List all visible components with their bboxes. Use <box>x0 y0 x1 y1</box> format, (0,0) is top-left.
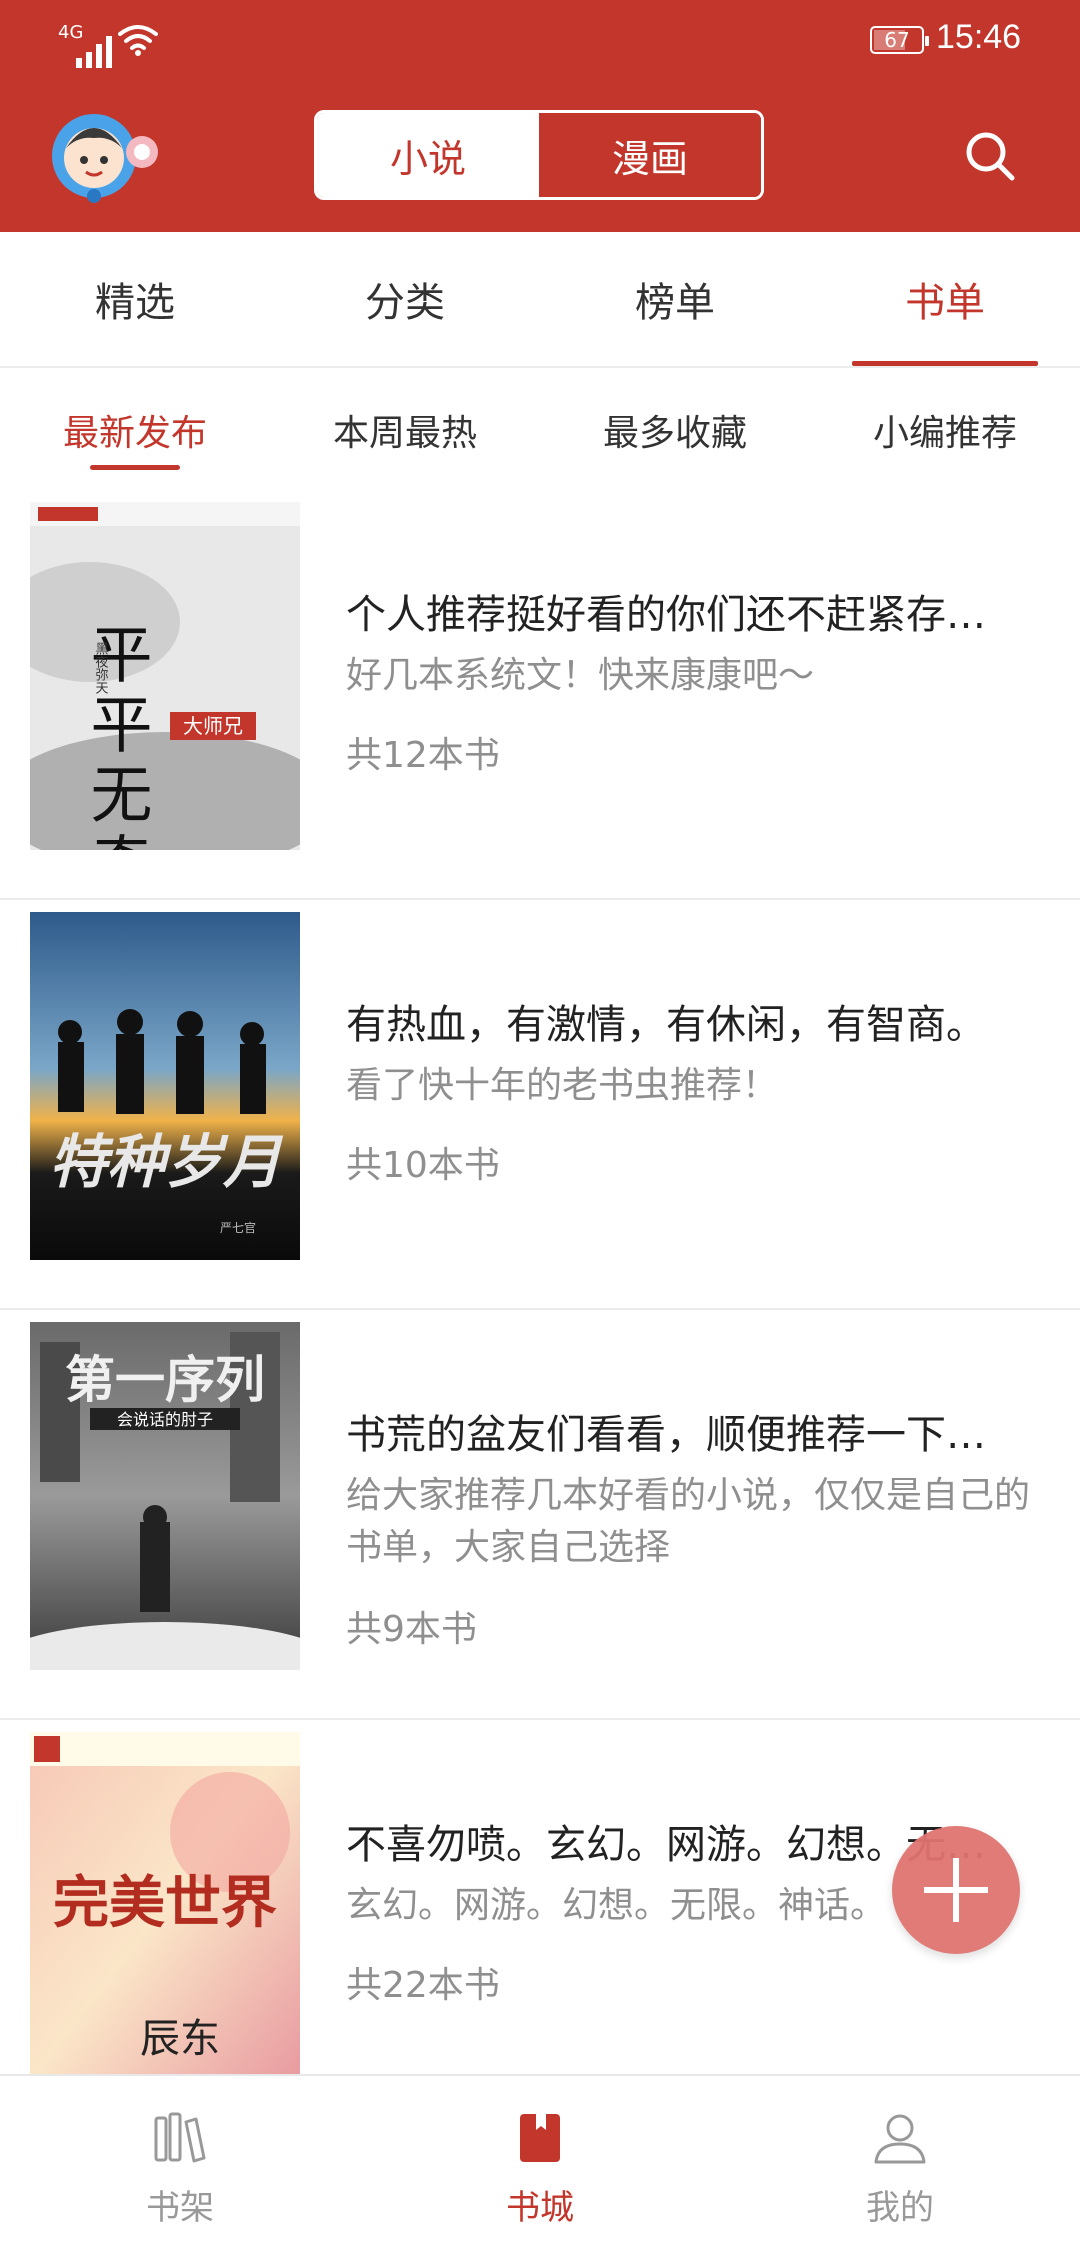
nav-profile[interactable]: 我的 <box>720 2076 1080 2244</box>
search-icon[interactable] <box>962 128 1018 184</box>
cover-label: 大师兄 <box>183 714 243 738</box>
subtab-editor-picks[interactable]: 小编推荐 <box>810 370 1080 490</box>
list-item[interactable]: 第一序列 会说话的肘子 书荒的盆友们看看，顺便推荐一下… 给大家推荐几本好看的小… <box>0 1310 1080 1720</box>
book-cover: 第一序列 会说话的肘子 <box>30 1322 300 1670</box>
cover-author: 黑夜弥天 <box>93 642 109 694</box>
book-cover: 平平无奇 大师兄 黑夜弥天 <box>30 502 300 850</box>
content-type-switch: 小说 漫画 <box>314 110 764 200</box>
nav-label: 书城 <box>506 2188 574 2228</box>
battery-icon: 67 <box>870 26 929 54</box>
booklist-filter-tabs: 最新发布 本周最热 最多收藏 小编推荐 <box>0 370 1080 490</box>
booklist-count: 共10本书 <box>346 1145 500 1186</box>
segment-comic[interactable]: 漫画 <box>539 113 761 197</box>
booklist-description: 好几本系统文！快来康康吧～ <box>346 655 815 696</box>
booklist-list: 平平无奇 大师兄 黑夜弥天 个人推荐挺好看的你们还不赶紧存… 好几本系统文！快来… <box>0 490 1080 2074</box>
nav-bookshelf[interactable]: 书架 <box>0 2076 360 2244</box>
bottom-nav: 书架 书城 我的 <box>0 2074 1080 2244</box>
booklist-count: 共22本书 <box>346 1965 500 2006</box>
subtab-latest[interactable]: 最新发布 <box>0 370 270 490</box>
book-cover: 特种岁月 严七官 <box>30 912 300 1260</box>
tab-booklists[interactable]: 书单 <box>810 232 1080 366</box>
nav-label: 书架 <box>146 2188 214 2228</box>
status-bar: 4G 67 15:46 <box>0 0 1080 80</box>
bookstore-icon <box>520 2114 560 2162</box>
booklist-description: 给大家推荐几本好看的小说，仅仅是自己的书单，大家自己选择 <box>346 1475 1031 1568</box>
cover-author: 辰东 <box>140 2016 220 2062</box>
cover-author: 会说话的肘子 <box>117 1410 213 1429</box>
booklist-count: 共9本书 <box>346 1609 477 1650</box>
subtab-weekly-hot[interactable]: 本周最热 <box>270 370 540 490</box>
cover-title: 完美世界 <box>53 1870 277 1936</box>
tab-categories[interactable]: 分类 <box>270 232 540 366</box>
booklist-description: 看了快十年的老书虫推荐！ <box>346 1065 779 1106</box>
booklist-count: 共12本书 <box>346 735 500 776</box>
status-time: 15:46 <box>936 18 1022 56</box>
main-tabs: 精选 分类 榜单 书单 <box>0 232 1080 368</box>
cover-author: 严七官 <box>220 1220 256 1235</box>
wifi-icon <box>118 25 158 56</box>
subtab-most-favorited[interactable]: 最多收藏 <box>540 370 810 490</box>
list-item[interactable]: 特种岁月 严七官 有热血，有激情，有休闲，有智商。 看了快十年的老书虫推荐！ 共… <box>0 900 1080 1310</box>
profile-icon <box>874 2114 926 2164</box>
cover-title: 平平无奇 <box>80 622 153 850</box>
booklist-title: 个人推荐挺好看的你们还不赶紧存… <box>346 592 986 638</box>
app-header: 4G 67 15:46 小说 漫画 <box>0 0 1080 232</box>
create-booklist-button[interactable] <box>892 1826 1020 1954</box>
nav-bookstore[interactable]: 书城 <box>360 2076 720 2244</box>
list-item[interactable]: 平平无奇 大师兄 黑夜弥天 个人推荐挺好看的你们还不赶紧存… 好几本系统文！快来… <box>0 490 1080 900</box>
booklist-title: 书荒的盆友们看看，顺便推荐一下… <box>346 1412 986 1458</box>
tab-rankings[interactable]: 榜单 <box>540 232 810 366</box>
cover-title: 特种岁月 <box>49 1128 284 1196</box>
tab-featured[interactable]: 精选 <box>0 232 270 366</box>
battery-level: 67 <box>884 28 910 52</box>
user-avatar[interactable] <box>50 108 162 204</box>
cover-title: 第一序列 <box>65 1350 265 1409</box>
nav-label: 我的 <box>866 2188 934 2228</box>
booklist-title: 有热血，有激情，有休闲，有智商。 <box>346 1002 986 1048</box>
bookshelf-icon <box>154 2112 206 2163</box>
book-cover: 完美世界 辰东 <box>30 1732 300 2074</box>
segment-novel[interactable]: 小说 <box>317 113 539 197</box>
